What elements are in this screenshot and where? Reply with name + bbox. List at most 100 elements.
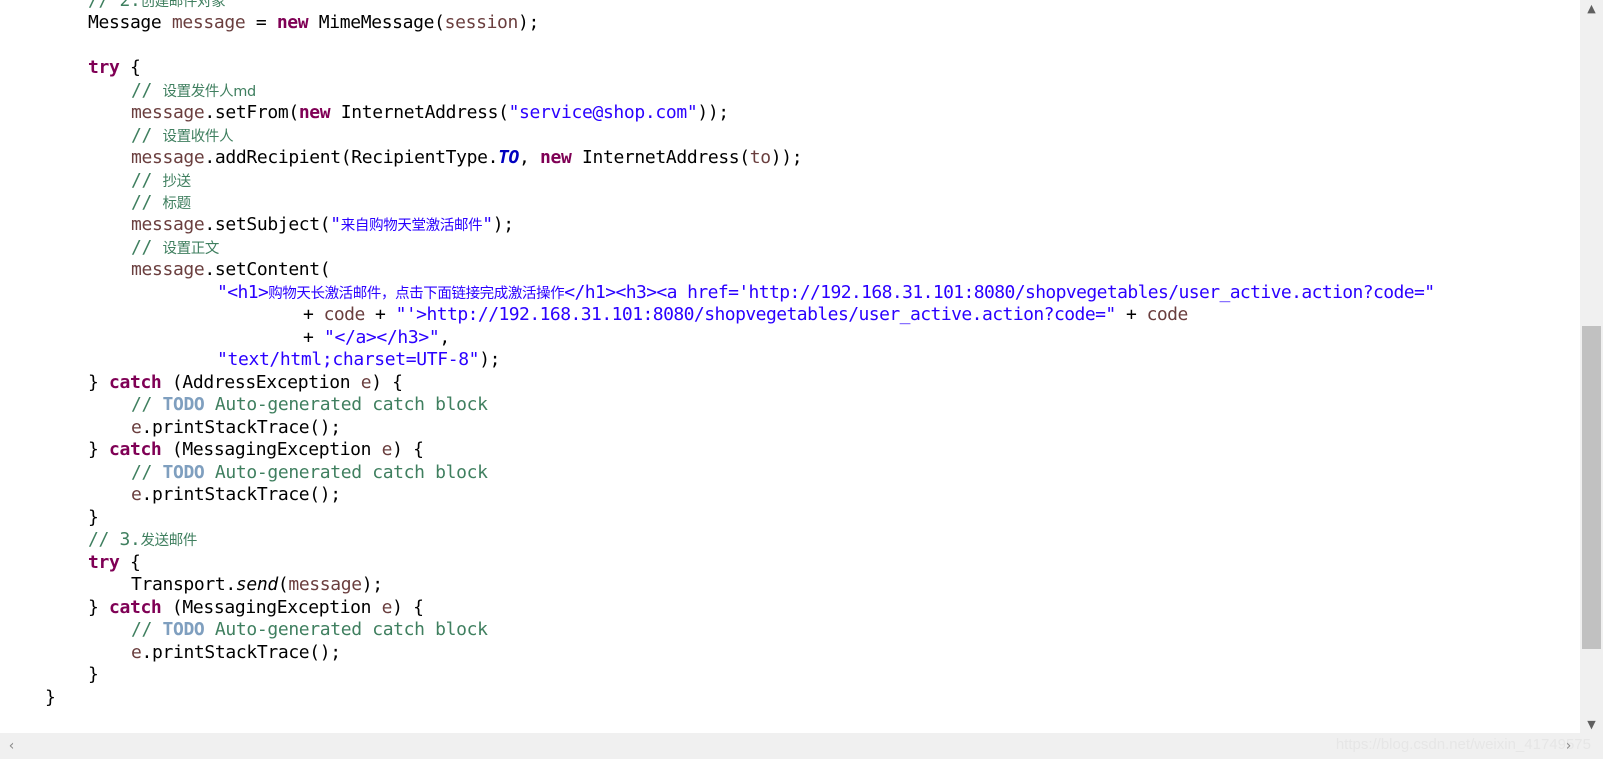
code-class: MimeMessage( [308, 12, 445, 33]
scrollbar-thumb[interactable] [1582, 326, 1601, 649]
code-comment: // [131, 462, 163, 483]
vertical-scrollbar[interactable]: ▲ ▼ [1580, 0, 1603, 733]
code-line: // 抄送 [131, 169, 191, 192]
code-string: "<h1> [217, 282, 269, 303]
code-string: "'>http://192.168.31.101:8080/shopvegeta… [395, 304, 1117, 325]
code-comment: 设置正文 [162, 241, 220, 257]
code-line: try { [88, 551, 141, 574]
code-string: " [330, 214, 341, 235]
code-variable: e [381, 439, 393, 460]
code-operator: + [303, 304, 324, 325]
code-punct: , [519, 147, 541, 168]
code-line: "<h1>购物天长激活邮件，点击下面链接完成激活操作</h1><h3><a hr… [217, 281, 1435, 304]
code-line: e.printStackTrace(); [131, 483, 341, 506]
code-method: .setSubject( [204, 214, 331, 235]
code-variable: code [323, 304, 366, 325]
code-todo-tag: TODO [162, 462, 205, 483]
code-todo-tag: TODO [162, 394, 205, 415]
code-string: "service@shop.com" [508, 102, 698, 123]
code-line: e.printStackTrace(); [131, 416, 341, 439]
horizontal-scrollbar[interactable]: ‹ https://blog.csdn.net/weixin_41749575 … [0, 733, 1603, 759]
code-class: (MessagingException [161, 597, 382, 618]
code-punct: ); [518, 12, 540, 33]
code-punct: , [439, 327, 450, 348]
code-line: Transport.send(message); [131, 573, 383, 596]
code-string: 购物天长激活邮件，点击下面链接完成激活操作 [268, 286, 565, 302]
code-punct: ( [277, 574, 289, 595]
code-class: InternetAddress( [571, 147, 750, 168]
code-keyword: new [298, 102, 331, 123]
code-comment: 发送邮件 [140, 533, 198, 549]
code-comment: Auto-generated catch block [204, 462, 488, 483]
chevron-left-icon[interactable]: ‹ [0, 733, 23, 759]
code-line: // 3.发送邮件 [88, 528, 197, 551]
code-punct: } [45, 687, 56, 708]
code-type: Message [88, 12, 162, 33]
code-line: } [88, 506, 99, 529]
code-operator: + [303, 327, 324, 348]
code-punct: ); [361, 574, 383, 595]
code-punct: } [88, 372, 109, 393]
code-line: message.setFrom(new InternetAddress("ser… [131, 101, 729, 124]
code-keyword: catch [108, 439, 162, 460]
code-comment: 设置收件人 [162, 129, 234, 145]
code-method: .printStackTrace(); [141, 484, 342, 505]
code-line: "text/html;charset=UTF-8"); [217, 348, 501, 371]
code-keyword: catch [108, 597, 162, 618]
code-class: Transport. [131, 574, 236, 595]
code-todo-tag: TODO [162, 619, 205, 640]
code-comment: 创建邮件对象 [140, 0, 226, 10]
code-line: // 设置正文 [131, 236, 219, 259]
code-line: } [45, 686, 56, 709]
code-punct: } [88, 507, 99, 528]
code-punct: } [88, 664, 99, 685]
code-line: try { [88, 56, 141, 79]
code-operator: + [364, 304, 396, 325]
code-line: } catch (MessagingException e) { [88, 596, 424, 619]
code-line: // 标题 [131, 191, 191, 214]
code-comment: 抄送 [162, 174, 191, 190]
code-operator: + [1115, 304, 1147, 325]
code-line: // TODO Auto-generated catch block [131, 461, 488, 484]
code-class: (MessagingException [161, 439, 382, 460]
chevron-right-icon[interactable]: › [1557, 733, 1580, 759]
code-line: } [88, 663, 99, 686]
code-punct: ) { [392, 439, 424, 460]
code-editor[interactable]: // 2.创建邮件对象 Message message = new MimeMe… [0, 0, 1580, 733]
code-line: message.addRecipient(RecipientType.TO, n… [131, 146, 803, 169]
chevron-down-icon[interactable]: ▼ [1580, 716, 1603, 733]
code-method: .setFrom( [204, 102, 299, 123]
code-variable: message [171, 12, 246, 33]
watermark-text: https://blog.csdn.net/weixin_41749575 [1335, 736, 1591, 753]
code-keyword: catch [108, 372, 162, 393]
code-comment: // [131, 80, 163, 101]
code-method: send [235, 574, 278, 595]
code-comment: // [131, 170, 163, 191]
code-comment: Auto-generated catch block [204, 394, 488, 415]
code-operator: = [245, 12, 277, 33]
code-comment: // [131, 619, 163, 640]
code-string: </h1><h3><a href='http://192.168.31.101:… [564, 282, 1435, 303]
code-string: 来自购物天堂激活邮件 [340, 218, 483, 234]
code-punct: ) { [371, 372, 403, 393]
code-variable: code [1146, 304, 1189, 325]
code-line: Message message = new MimeMessage(sessio… [88, 11, 539, 34]
code-comment: // [131, 237, 163, 258]
code-line: message.setContent( [131, 258, 331, 281]
code-comment: // [131, 394, 163, 415]
code-keyword: new [540, 147, 572, 168]
code-method: .printStackTrace(); [141, 417, 342, 438]
code-punct: )); [697, 102, 729, 123]
code-line: + "</a></h3>", [303, 326, 450, 349]
code-punct: ); [479, 349, 501, 370]
code-punct: ); [492, 214, 514, 235]
code-punct: { [119, 552, 141, 573]
code-method: .setContent( [204, 259, 331, 280]
code-variable: e [360, 372, 372, 393]
code-method: .printStackTrace(); [141, 642, 342, 663]
code-class: (AddressException [161, 372, 361, 393]
code-line: } catch (MessagingException e) { [88, 438, 424, 461]
chevron-up-icon[interactable]: ▲ [1580, 0, 1603, 17]
code-comment: // 2. [88, 0, 141, 11]
code-punct: } [88, 597, 109, 618]
